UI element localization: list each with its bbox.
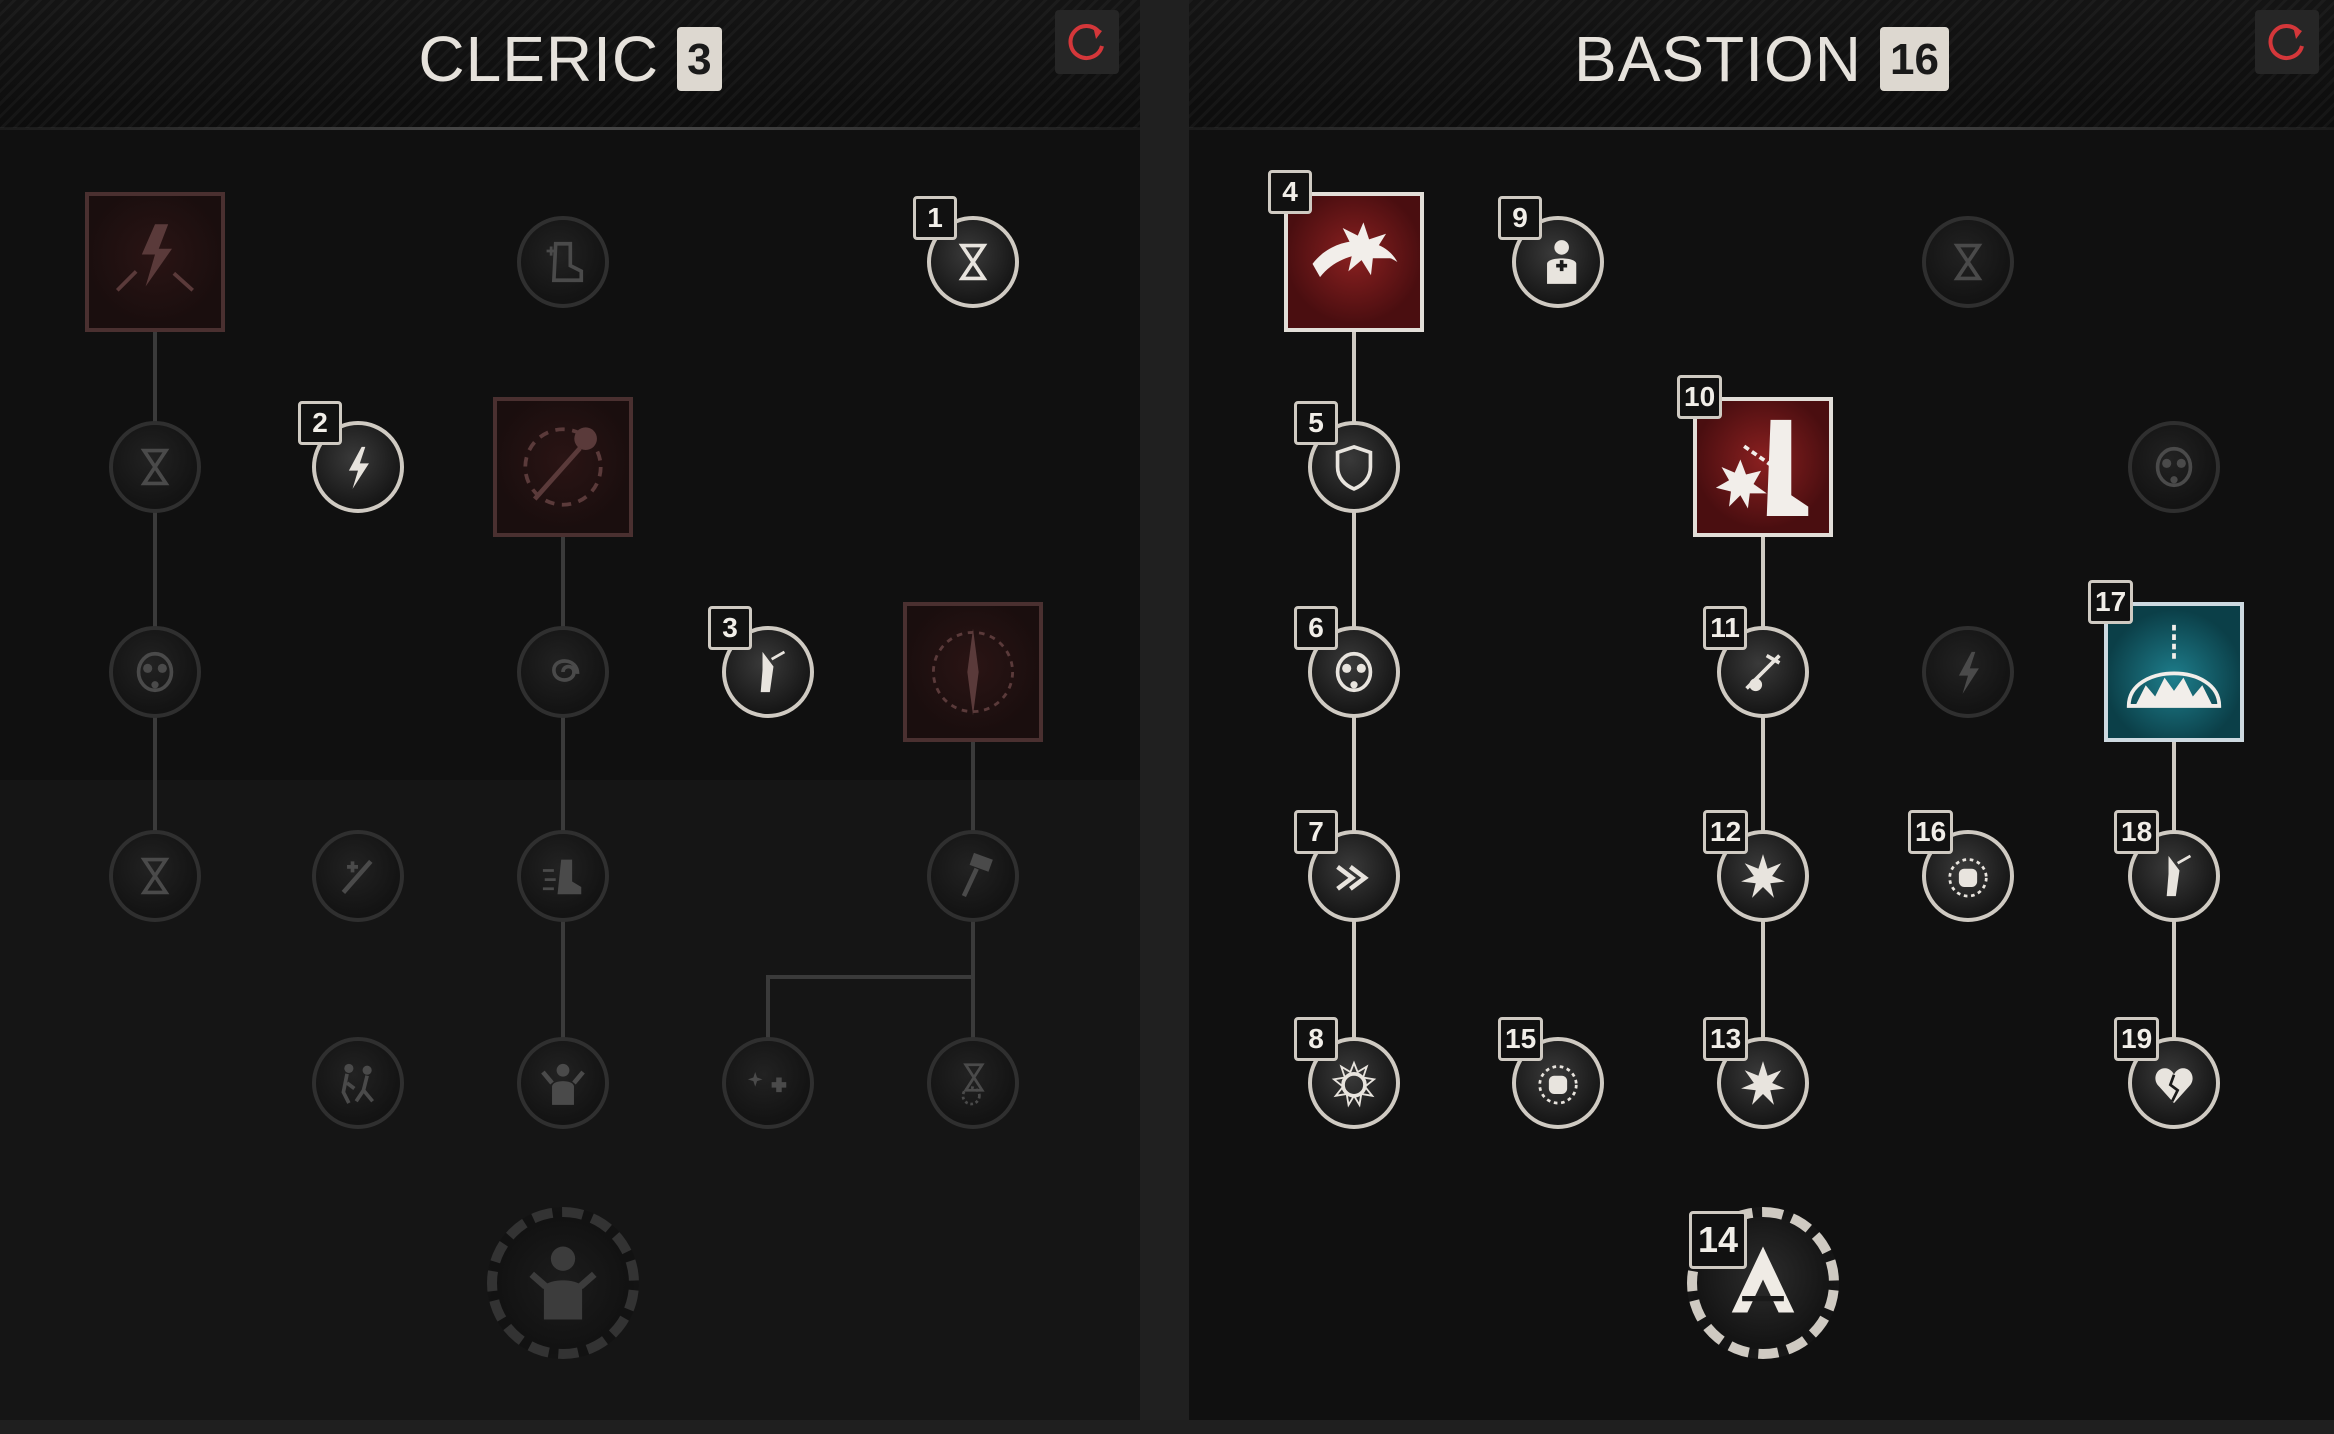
sweeping-strike-icon [1312,222,1398,278]
skill-order-badge: 16 [1908,810,1954,854]
bottom-strip [0,1420,2334,1434]
skill-order-badge: 10 [1677,375,1723,419]
skill-order-badge: 7 [1294,810,1338,854]
hourglass-burst-icon [961,1063,985,1106]
cleric-skill-node[interactable] [722,1037,814,1129]
fighter-stance-icon [529,1246,597,1320]
cleric-skill-node[interactable] [927,830,1019,922]
sparkle-medical-icon [747,1072,787,1093]
skill-order-badge: 12 [1703,810,1749,854]
dome-burst-icon [2126,624,2222,708]
medical-strike-icon [341,859,373,894]
spike-ring-icon [931,628,1015,716]
cleric-skill-node[interactable] [517,216,609,308]
cleric-skill-node[interactable] [517,830,609,922]
cleric-skill-node[interactable] [109,626,201,718]
lightning-burst-icon [115,224,194,292]
skill-order-badge: 1 [913,196,957,240]
cleric-skill-node[interactable] [493,397,633,537]
skill-order-badge: 18 [2114,810,2160,854]
hourglass-icon [140,857,170,895]
skill-order-badge: 6 [1294,606,1338,650]
skill-order-badge: 15 [1498,1017,1544,1061]
skill-order-badge: 14 [1689,1211,1747,1269]
speed-boot-icon [542,859,582,895]
cleric-skill-node[interactable] [517,626,609,718]
cleric-skill-node[interactable] [927,1037,1019,1129]
flexing-figure-icon [541,1063,585,1105]
cleric-skill-node[interactable] [517,1037,609,1129]
bastion-skill-tree: BASTION 16 4 9 5 10 6 11 17 7 12 16 18 8 15 13 19 14 [1189,0,2334,1420]
gas-mask-icon [136,651,174,693]
bastion-skill-node[interactable] [1922,626,2014,718]
skill-order-badge: 13 [1703,1017,1749,1061]
hourglass-icon [1953,243,1983,281]
cleric-skill-node[interactable] [312,830,404,922]
swirl-icon [552,659,580,682]
cleric-skill-node[interactable] [109,830,201,922]
skill-order-badge: 4 [1268,170,1312,214]
running-figures-icon [341,1063,375,1104]
skill-order-badge: 19 [2114,1017,2160,1061]
bastion-skill-node[interactable] [1922,216,2014,308]
skill-order-badge: 2 [298,401,342,445]
hammer-icon [961,852,993,898]
skill-order-badge: 5 [1294,401,1338,445]
panel-divider [1140,0,1189,1434]
medical-boot-icon [546,241,584,283]
skill-order-badge: 9 [1498,196,1542,240]
gas-mask-icon [2155,446,2193,488]
cleric-skill-node[interactable] [312,1037,404,1129]
skill-order-badge: 11 [1703,606,1747,650]
lightning-icon [1958,651,1979,694]
skill-order-badge: 17 [2088,580,2134,624]
skill-order-badge: 3 [708,606,752,650]
cleric-skill-node[interactable] [903,602,1043,742]
skill-order-badge: 8 [1294,1017,1338,1061]
hourglass-icon [140,448,170,486]
cleric-skill-tree: CLERIC 3 123 [0,0,1140,1420]
bastion-skill-node[interactable] [2128,421,2220,513]
cleric-skill-node[interactable] [85,192,225,332]
cleric-skill-node[interactable] [109,421,201,513]
ringed-mace-icon [523,427,603,507]
chained-leg-icon [1715,419,1809,517]
cleric-skill-node[interactable] [487,1207,639,1359]
